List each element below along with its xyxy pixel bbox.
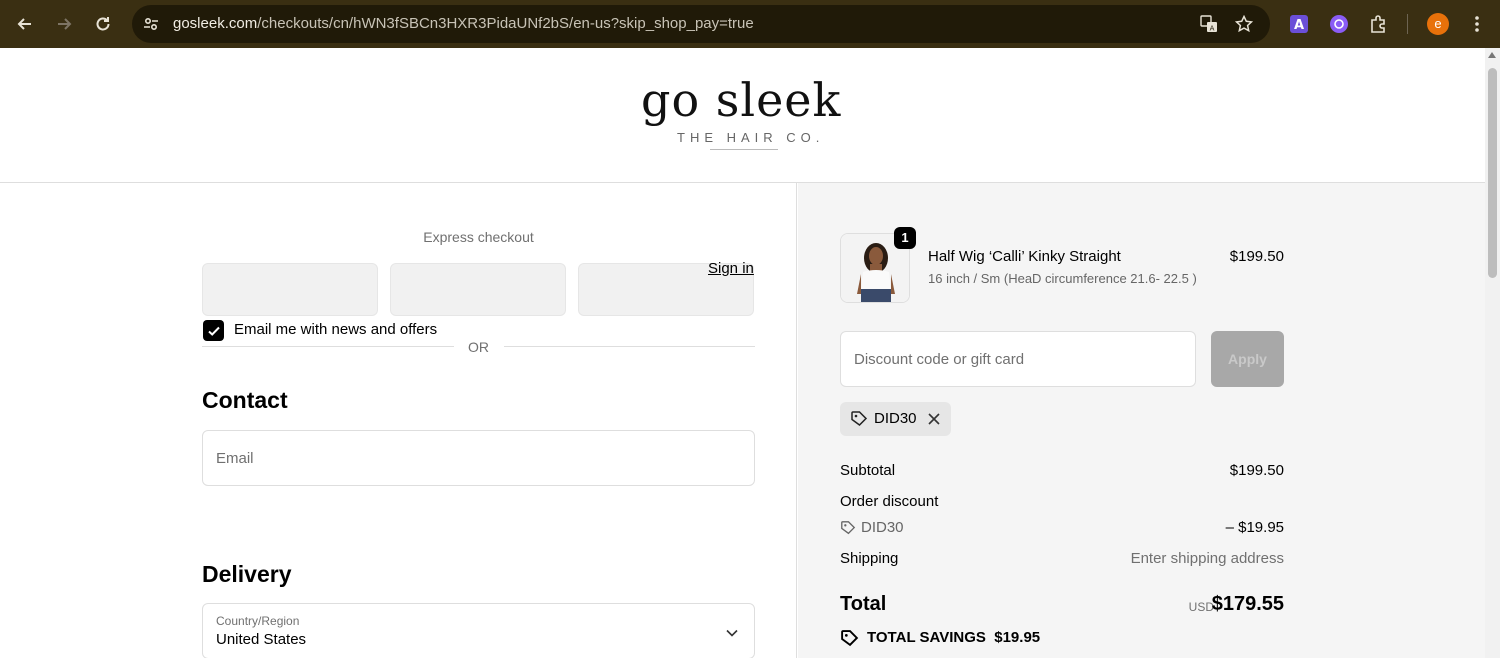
scrollbar-thumb[interactable] [1488,68,1497,278]
country-value: United States [216,631,307,648]
or-text: OR [468,339,489,355]
discount-value: – $19.95 [1225,519,1284,536]
express-checkout-title: Express checkout [423,229,534,245]
profile-avatar[interactable]: e [1427,13,1449,35]
forward-icon[interactable] [52,12,76,36]
contact-heading: Contact [202,387,288,413]
express-pay-button-1[interactable] [202,263,378,316]
country-select[interactable]: Country/Region United States [202,603,755,658]
page-scrollbar[interactable] [1485,48,1500,658]
browser-toolbar: gosleek.com/checkouts/cn/hWN3fSBCn3HXR3P… [0,0,1500,48]
savings-value: $19.95 [994,629,1041,646]
scroll-up-icon[interactable] [1488,52,1496,58]
remove-discount-icon[interactable] [927,412,941,426]
extension-a-icon[interactable]: A [1287,12,1311,36]
order-summary: 1 Half Wig ‘Calli’ Kinky Straight 16 inc… [798,183,1485,658]
reload-icon[interactable] [91,12,115,36]
savings-label: TOTAL SAVINGS [867,629,986,646]
translate-icon[interactable]: A [1199,14,1219,34]
shipping-value: Enter shipping address [1130,550,1284,567]
menu-kebab-icon[interactable] [1465,12,1489,36]
back-icon[interactable] [13,12,37,36]
product-price: $199.50 [1229,248,1284,265]
or-divider: OR [202,337,755,357]
address-bar[interactable]: gosleek.com/checkouts/cn/hWN3fSBCn3HXR3P… [132,5,1270,43]
news-checkbox[interactable] [203,320,224,341]
logo-tagline: THE HAIR CO. [677,130,825,145]
total-currency: USD [1188,600,1214,614]
logo-underline [710,149,778,150]
divider-line-right [504,346,755,347]
total-label: Total [840,593,887,615]
url-text: gosleek.com/checkouts/cn/hWN3fSBCn3HXR3P… [173,15,754,32]
discount-code-label: DID30 [861,519,904,536]
checkmark-icon [207,326,220,336]
extension-circle-icon[interactable] [1327,12,1351,36]
subtotal-value: $199.50 [1229,462,1284,479]
applied-code: DID30 [874,410,917,427]
country-label: Country/Region [216,614,300,628]
quantity-badge: 1 [894,227,916,249]
news-checkbox-label[interactable]: Email me with news and offers [234,321,437,338]
product-variant: 16 inch / Sm (HeaD circumference 21.6- 2… [928,271,1197,286]
order-discount-label: Order discount [840,493,939,510]
savings-tag-icon [841,630,859,647]
url-path: /checkouts/cn/hWN3fSBCn3HXR3PidaUNf2bS/e… [257,15,754,32]
express-pay-button-2[interactable] [390,263,566,316]
svg-text:A: A [1210,25,1215,33]
site-settings-icon[interactable] [141,14,161,34]
discount-placeholder: Discount code or gift card [854,351,1025,368]
tag-icon [851,411,868,426]
url-host: gosleek.com [173,15,258,32]
applied-discount-chip: DID30 [840,402,951,436]
discount-tag-icon [841,521,856,535]
toolbar-separator [1407,14,1408,34]
total-value: $179.55 [1211,593,1284,615]
sign-in-link[interactable]: Sign in [708,260,754,277]
discount-code-input[interactable]: Discount code or gift card [840,331,1196,387]
checkout-page: go sleek THE HAIR CO. Express checkout O… [0,48,1500,658]
product-name: Half Wig ‘Calli’ Kinky Straight [928,248,1121,265]
site-header: go sleek THE HAIR CO. [0,48,1485,183]
delivery-heading: Delivery [202,561,292,587]
logo-wordmark[interactable]: go sleek [641,70,841,130]
shipping-label: Shipping [840,550,899,567]
email-field[interactable]: Email [202,430,755,486]
checkout-form: Express checkout OR Contact Sign in Emai… [0,183,797,658]
subtotal-label: Subtotal [840,462,896,479]
bookmark-star-icon[interactable] [1234,14,1254,34]
extensions-puzzle-icon[interactable] [1367,12,1391,36]
email-placeholder: Email [216,450,254,467]
chevron-down-icon [726,624,738,642]
svg-text:A: A [1294,18,1304,33]
apply-discount-button[interactable]: Apply [1211,331,1284,387]
total-savings: TOTAL SAVINGS $19.95 [867,629,1040,646]
